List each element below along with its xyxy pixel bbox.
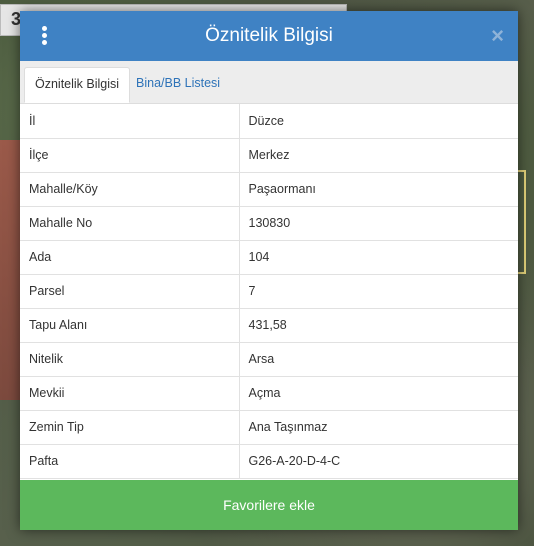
attribute-key: Parsel <box>20 274 240 309</box>
attribute-value: Açma <box>239 376 518 411</box>
attribute-key: Pafta <box>20 444 240 479</box>
attribute-value: Arsa <box>239 342 518 377</box>
attribute-key: Mahalle/Köy <box>20 172 240 207</box>
table-row: Parsel 7 <box>20 274 518 309</box>
attribute-key: İlçe <box>20 138 240 173</box>
attribute-key: İl <box>20 104 240 139</box>
map-building <box>0 140 22 400</box>
attribute-value: G26-A-20-D-4-C <box>239 444 518 479</box>
attribute-value: Düzce <box>239 104 518 139</box>
table-row: Mevkii Açma <box>20 376 518 411</box>
table-row: Mahalle No 130830 <box>20 206 518 241</box>
attribute-table: İl Düzce İlçe Merkez Mahalle/Köy Paşaormanı Ma… <box>20 104 518 479</box>
attribute-value: 104 <box>239 240 518 275</box>
attribute-value: 431,58 <box>239 308 518 343</box>
attribute-key: Mevkii <box>20 376 240 411</box>
table-row: Tapu Alanı 431,58 <box>20 308 518 343</box>
attribute-key: Ada <box>20 240 240 275</box>
attribute-value: Merkez <box>239 138 518 173</box>
dialog-header: Öznitelik Bilgisi × <box>20 11 518 61</box>
dialog-title: Öznitelik Bilgisi <box>205 25 333 46</box>
attribute-value: Ana Taşınmaz <box>239 410 518 445</box>
attribute-key: Zemin Tip <box>20 410 240 445</box>
tab-strip: Öznitelik Bilgisi Bina/BB Listesi <box>20 61 518 104</box>
table-row: Pafta G26-A-20-D-4-C <box>20 444 518 479</box>
table-row: İlçe Merkez <box>20 138 518 173</box>
add-to-favorites-button[interactable]: Favorilere ekle <box>20 480 518 530</box>
attribute-key: Tapu Alanı <box>20 308 240 343</box>
table-row: İl Düzce <box>20 104 518 139</box>
tab-building-list[interactable]: Bina/BB Listesi <box>126 67 230 103</box>
tab-attribute-info[interactable]: Öznitelik Bilgisi <box>24 67 131 103</box>
table-row: Zemin Tip Ana Taşınmaz <box>20 410 518 445</box>
table-row: Ada 104 <box>20 240 518 275</box>
table-row: Mahalle/Köy Paşaormanı <box>20 172 518 207</box>
attribute-key: Nitelik <box>20 342 240 377</box>
attribute-value: 130830 <box>239 206 518 241</box>
attribute-value: 7 <box>239 274 518 309</box>
attribute-value: Paşaormanı <box>239 172 518 207</box>
table-row: Nitelik Arsa <box>20 342 518 377</box>
attribute-dialog: Öznitelik Bilgisi × Öznitelik Bilgisi Bi… <box>20 11 518 530</box>
attribute-key: Mahalle No <box>20 206 240 241</box>
close-icon[interactable]: × <box>491 23 504 49</box>
